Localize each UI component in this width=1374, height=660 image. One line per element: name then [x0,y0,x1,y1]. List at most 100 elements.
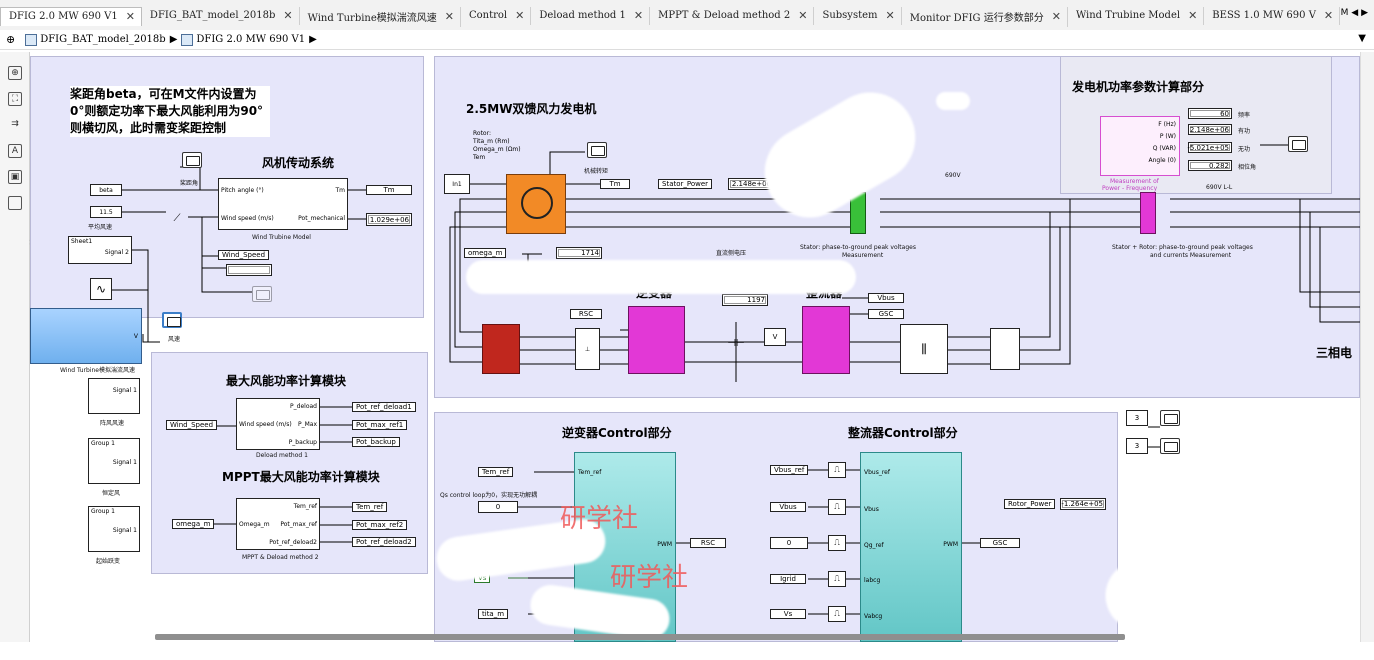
close-icon[interactable]: ✕ [283,9,292,22]
gsc-goto-tag[interactable]: GSC [980,538,1020,548]
close-icon[interactable]: ✕ [1052,10,1061,23]
pq-measurement-block[interactable]: F (Hz) P (W) Q (VAR) Angle (0) [1100,116,1180,176]
tab-wind-trubine-model[interactable]: Wind Trubine Model ✕ [1068,7,1205,25]
close-icon[interactable]: ✕ [515,9,524,22]
tab-mppt-deload[interactable]: MPPT & Deload method 2 ✕ [650,7,815,25]
zoh-1[interactable]: ⎍ [828,462,846,478]
inv-tem-ref-tag[interactable]: Tem_ref [478,467,514,477]
tab-subsystem[interactable]: Subsystem ✕ [814,7,902,25]
pot-max-ref2-tag[interactable]: Pot_max_ref2 [352,520,408,530]
deload-method-1-block[interactable]: Wind speed (m/s) P_deload P_Max P_backup [236,398,320,450]
avg-wind-constant[interactable]: 11.5 [90,206,122,218]
breadcrumb-dropdown-icon[interactable]: ▼ [1358,33,1366,44]
vbus-from-tag[interactable]: Vbus [770,502,806,512]
pot-ref-deload1-tag[interactable]: Pot_ref_deload1 [352,402,416,412]
vertical-scrollbar[interactable] [1360,52,1374,642]
tab-control[interactable]: Control ✕ [461,7,532,25]
omega-goto-tag[interactable]: omega_m [464,248,507,258]
tab-dfig-2mw[interactable]: DFIG 2.0 MW 690 V1 ✕ [0,7,142,26]
fit-view-icon[interactable]: ⛶ [8,92,22,106]
tab-wind-turbine[interactable]: Wind Turbine模拟湍流风速 ✕ [300,7,461,27]
igrid-from-tag[interactable]: Igrid [770,574,806,584]
annotation-icon[interactable]: A [8,144,22,158]
qg-ref-constant[interactable]: 0 [770,537,808,549]
close-icon[interactable]: ✕ [1188,9,1197,22]
const-3-a[interactable]: 3 [1126,410,1148,426]
wind-scope[interactable] [162,312,182,328]
vbus-ref-tag[interactable]: Vbus_ref [770,465,809,475]
tab-deload-method-1[interactable]: Deload method 1 ✕ [531,7,651,25]
gsc-from-tag[interactable]: GSC [868,309,904,319]
vbus-goto-tag[interactable]: Vbus [868,293,904,303]
close-icon[interactable]: ✕ [445,10,454,23]
area-icon[interactable] [8,196,22,210]
const-scope-a[interactable] [1160,410,1180,426]
const-3-b[interactable]: 3 [1126,438,1148,454]
meas-abc-1[interactable]: ⊥ [575,328,600,370]
breadcrumb-item-model[interactable]: DFIG_BAT_model_2018b [25,33,166,46]
vs-from-tag-2[interactable]: Vs [770,609,806,619]
zoom-icon[interactable]: ⊕ [8,66,22,80]
beta-constant[interactable]: beta [90,184,122,196]
transformer-block[interactable] [482,324,520,374]
meas-abc-2[interactable] [990,328,1020,370]
in1-inport[interactable]: In1 [444,174,470,194]
pot-ref-deload2-tag[interactable]: Pot_ref_deload2 [352,537,416,547]
stator-power-tag[interactable]: Stator_Power [658,179,713,189]
tab-scroll-arrows[interactable]: M ◀ ▶ [1341,8,1368,18]
pot-max-ref1-tag[interactable]: Pot_max_ref1 [352,420,408,430]
pitch-angle-scope[interactable] [182,152,202,168]
white-noise-block[interactable]: ∿ [90,278,112,300]
mppt-deload-block[interactable]: Omega_m Tem_ref Pot_max_ref Pot_ref_delo… [236,498,320,550]
wind-speed-goto-tag[interactable]: Wind_Speed [218,250,270,260]
gsc-igbt-bridge[interactable] [802,306,850,374]
gust-signal-builder[interactable]: Signal 1 [88,378,140,414]
qs-zero-constant[interactable]: 0 [478,501,518,513]
signal-builder-sheet1[interactable]: Sheet1 Signal 2 [68,236,132,264]
zoh-5[interactable]: ⎍ [828,606,846,622]
rsc-igbt-bridge[interactable] [628,306,685,374]
pot-backup-tag[interactable]: Pot_backup [352,437,400,447]
rsc-from-tag[interactable]: RSC [570,309,602,319]
gsc-control-block[interactable]: Vbus_ref Vbus Qg_ref labcg Vabcg PWM [860,452,962,642]
mppt-input-tag[interactable]: omega_m [172,519,215,529]
wind-speed-scope[interactable] [252,286,272,302]
tm-from-tag[interactable]: Tm [600,179,630,189]
mech-torque-scope[interactable] [587,142,607,158]
const-signal-builder[interactable]: Group 1 Signal 1 [88,438,140,484]
ramp-signal-builder[interactable]: Group 1 Signal 1 [88,506,140,552]
diagram-canvas[interactable]: 桨距角beta，可在M文件内设置为0°则额定功率下最大风能利用为90°则横切风，… [30,52,1360,642]
zoh-2[interactable]: ⎍ [828,499,846,515]
zoh-3[interactable]: ⎍ [828,535,846,551]
const-scope-b[interactable] [1160,438,1180,454]
rl-filter-block[interactable]: ⫼ [900,324,948,374]
close-icon[interactable]: ✕ [634,9,643,22]
image-icon[interactable]: ▣ [8,170,22,184]
route-lines-icon[interactable]: ⇉ [8,118,22,132]
tab-monitor-dfig[interactable]: Monitor DFIG 运行参数部分 ✕ [902,7,1068,27]
tem-ref-tag[interactable]: Tem_ref [352,502,388,512]
stator-rotor-measurement[interactable] [1140,192,1156,234]
breadcrumb-item-dfig[interactable]: DFIG 2.0 MW 690 V1 [181,33,305,46]
zoh-4[interactable]: ⎍ [828,571,846,587]
tab-dfig-bat-model[interactable]: DFIG_BAT_model_2018b ✕ [142,7,300,25]
voltage-sensor[interactable]: V [764,328,786,346]
tita-m-from-tag[interactable]: tita_m [478,609,509,619]
horizontal-scrollbar[interactable] [155,634,1125,640]
close-icon[interactable]: ✕ [886,9,895,22]
wind-turbine-model-block[interactable]: Pitch angle (°) Wind speed (m/s) Tm Pot_… [218,178,348,230]
close-icon[interactable]: ✕ [1324,9,1333,22]
close-icon[interactable]: ✕ [126,10,135,23]
wind-turbine-turbulence-block[interactable]: V [30,308,142,364]
power-scope[interactable] [1288,136,1308,152]
asynchronous-machine-block[interactable] [506,174,566,234]
hide-explorer-icon[interactable]: ⊕ [6,33,15,46]
close-icon[interactable]: ✕ [798,9,807,22]
tab-bess[interactable]: BESS 1.0 MW 690 V ✕ [1204,7,1341,25]
rotor-power-tag[interactable]: Rotor_Power [1004,499,1056,509]
manual-switch[interactable]: ⟋ [166,206,188,230]
rsc-goto-tag[interactable]: RSC [690,538,726,548]
deload-input-tag[interactable]: Wind_Speed [166,420,218,430]
tm-goto-tag[interactable]: Tm [366,185,412,195]
dc-capacitor[interactable]: ⊣⊢ [727,328,744,358]
